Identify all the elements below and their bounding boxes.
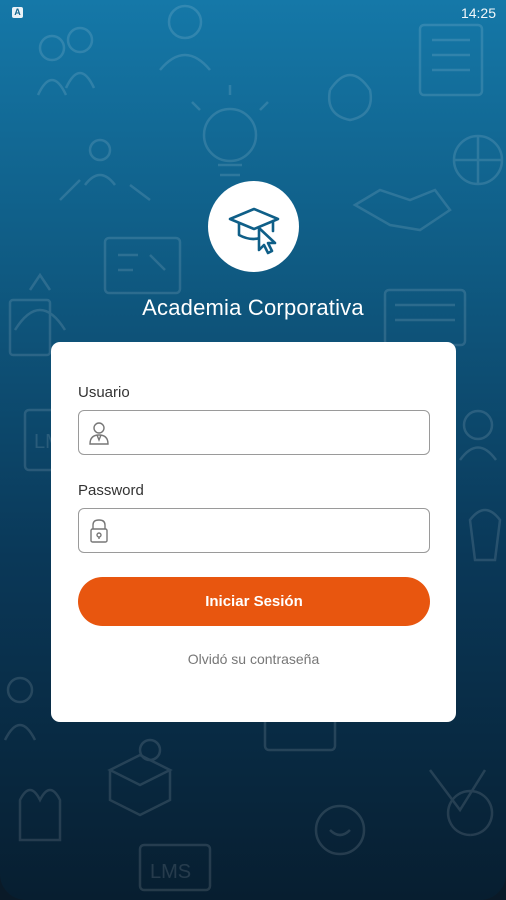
svg-text:LMS: LMS	[150, 861, 191, 883]
forgot-password-link[interactable]: Olvidó su contraseña	[51, 651, 456, 667]
status-bar: A 14:25	[0, 0, 506, 26]
password-label: Password	[78, 482, 144, 499]
login-button[interactable]: Iniciar Sesión	[78, 577, 430, 626]
login-card: Usuario Password Iniciar Sesión Olvidó s…	[51, 342, 456, 722]
status-time: 14:25	[460, 5, 496, 21]
lock-icon	[90, 519, 108, 543]
graduation-cap-cursor-icon	[228, 207, 280, 255]
user-icon	[89, 422, 109, 445]
notification-icon: A	[12, 7, 23, 18]
app-title: Academia Corporativa	[142, 295, 364, 320]
username-field[interactable]	[78, 410, 430, 455]
app-logo	[208, 181, 299, 272]
app-screen: LMS LMS A 14:25 Academia Corporativa Usu…	[0, 0, 506, 900]
password-input[interactable]	[121, 512, 420, 549]
username-input[interactable]	[121, 414, 420, 451]
username-label: Usuario	[78, 384, 130, 401]
password-field[interactable]	[78, 508, 430, 553]
